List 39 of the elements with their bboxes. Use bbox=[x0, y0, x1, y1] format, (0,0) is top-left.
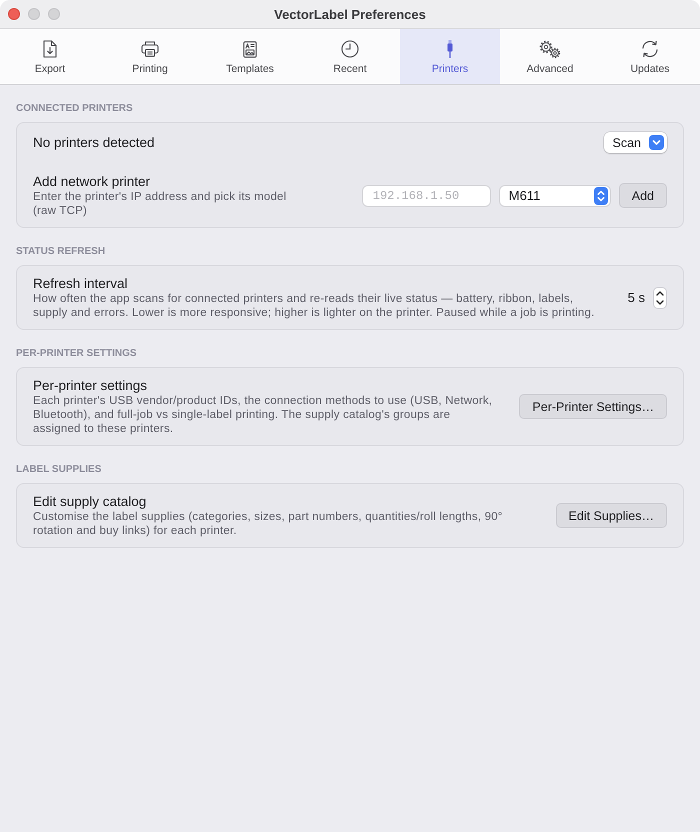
setting-title: Per-printer settings bbox=[33, 377, 148, 394]
push-button[interactable]: Per-Printer Settings… bbox=[519, 394, 667, 419]
section-heading: PER-PRINTER SETTINGS bbox=[16, 348, 138, 360]
pulldown-button[interactable]: Scan bbox=[604, 132, 667, 153]
model-popup-button[interactable]: M611 bbox=[498, 184, 611, 206]
toolbar-tab[interactable]: Printers bbox=[400, 29, 500, 84]
interval-value: 5 s bbox=[628, 290, 645, 305]
template-document-icon bbox=[243, 40, 257, 58]
section-heading: CONNECTED PRINTERS bbox=[16, 103, 134, 115]
setting-description: How often the app scans for connected printers and re-reads their live status — battery, ribbon, labels, supply and errors. Lower is more responsive; higher is lighter on the printer. Paused while a job is printing. bbox=[33, 292, 596, 320]
toolbar-tab[interactable]: Updates bbox=[600, 29, 700, 84]
window-title: VectorLabel Preferences bbox=[274, 6, 426, 22]
toolbar-tab[interactable]: Export bbox=[0, 29, 100, 84]
toolbar-tab[interactable]: Templates bbox=[200, 29, 300, 84]
close-button[interactable] bbox=[8, 8, 20, 20]
setting-title: Add network printer bbox=[33, 173, 152, 190]
setting-title: Refresh interval bbox=[33, 275, 129, 292]
printer-icon bbox=[141, 41, 159, 57]
usb-plug-icon bbox=[447, 40, 453, 58]
setting-description: Enter the printer's IP address and pick its model (raw TCP) bbox=[33, 190, 288, 218]
refresh-icon bbox=[640, 40, 660, 58]
push-button[interactable]: Edit Supplies… bbox=[556, 503, 667, 528]
setting-title: Edit supply catalog bbox=[33, 493, 148, 510]
clock-icon bbox=[341, 40, 359, 58]
gears-icon bbox=[539, 40, 561, 58]
document-download-icon bbox=[43, 40, 57, 58]
setting-title: No printers detected bbox=[33, 134, 156, 151]
toolbar-tab[interactable]: Recent bbox=[300, 29, 400, 84]
toolbar-tab[interactable]: Advanced bbox=[500, 29, 600, 84]
setting-description: Each printer's USB vendor/product IDs, the connection methods to use (USB, Network, Bluetooth), and full-job vs single-label printing. The supply catalog's groups are assigned to these printers. bbox=[33, 394, 494, 436]
chevron-down-icon bbox=[649, 135, 664, 150]
toolbar-tab[interactable]: Printing bbox=[100, 29, 200, 84]
section-heading: STATUS REFRESH bbox=[16, 246, 106, 258]
setting-description: Customise the label supplies (categories, sizes, part numbers, quantities/roll lengths, 90° rotation and buy links) for each printer. bbox=[33, 510, 504, 538]
chevron-up-down-icon bbox=[594, 186, 608, 204]
address-field[interactable]: 192.168.1.50 bbox=[362, 184, 491, 206]
section-heading: LABEL SUPPLIES bbox=[16, 464, 102, 476]
stepper[interactable] bbox=[653, 286, 667, 308]
push-button[interactable]: Add bbox=[618, 183, 667, 208]
